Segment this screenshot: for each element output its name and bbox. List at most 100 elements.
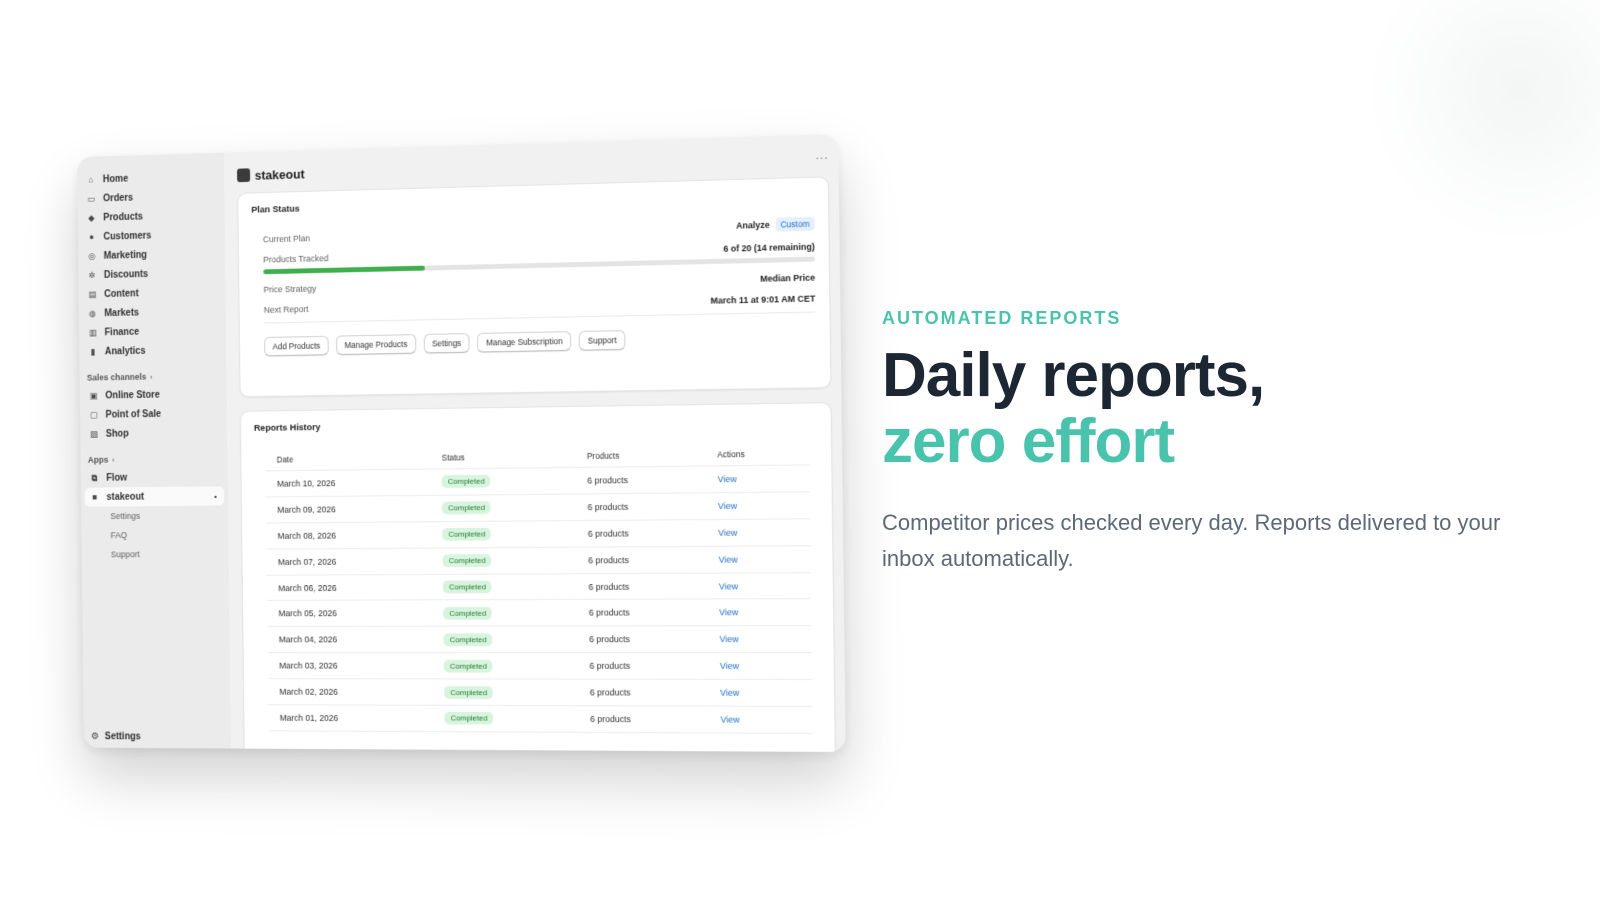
report-actions-cell: View: [706, 518, 811, 547]
view-report-link[interactable]: View: [718, 501, 737, 511]
next-report-value: March 11 at 9:01 AM CET: [710, 293, 816, 306]
status-badge: Completed: [443, 633, 493, 646]
app-title: stakeout: [254, 166, 305, 183]
headline-line-1: Daily reports,: [882, 341, 1265, 410]
sidebar-item-finance[interactable]: ▥ Finance: [83, 320, 223, 342]
sidebar-item-label: Discounts: [103, 268, 149, 281]
report-status-cell: Completed: [430, 467, 576, 496]
report-status-cell: Completed: [433, 705, 579, 733]
subnav-item-support[interactable]: Support: [85, 544, 225, 564]
price-strategy-label: Price Strategy: [263, 283, 317, 295]
report-products: 6 products: [577, 679, 709, 707]
plan-divider: [263, 311, 816, 324]
person-icon: ●: [89, 232, 95, 242]
table-row: March 01, 2026 Completed 6 products View: [268, 704, 813, 734]
subheadline: Competitor prices checked every day. Rep…: [882, 510, 1501, 571]
next-report-row: Next Report March 11 at 9:01 AM CET: [253, 294, 816, 315]
sidebar-item-online-store[interactable]: ▣ Online Store: [83, 384, 223, 405]
report-actions-cell: View: [708, 679, 813, 707]
view-report-link[interactable]: View: [718, 527, 737, 537]
report-status-cell: Completed: [431, 520, 577, 548]
reports-table-body: March 10, 2026 Completed 6 products View Mar…: [265, 464, 813, 734]
next-report-label: Next Report: [263, 304, 309, 315]
sidebar-item-label: Products: [103, 211, 143, 223]
products-tracked-label: Products Tracked: [263, 253, 329, 265]
report-date: March 06, 2026: [266, 574, 433, 601]
view-report-link[interactable]: View: [719, 608, 738, 618]
report-date: March 01, 2026: [268, 704, 434, 732]
status-badge: Completed: [442, 527, 492, 541]
support-button[interactable]: Support: [578, 330, 626, 351]
table-row: March 08, 2026 Completed 6 products View: [266, 518, 811, 549]
subnav-item-settings[interactable]: Settings: [85, 506, 225, 526]
stakeout-icon: ■: [92, 492, 98, 502]
sidebar-item-label: Flow: [106, 472, 128, 484]
discount-icon: ✲: [88, 269, 96, 280]
inbox-icon: ▭: [87, 193, 96, 204]
sidebar-item-shop[interactable]: ▧ Shop: [84, 423, 224, 444]
view-report-link[interactable]: View: [719, 581, 738, 591]
plan-name: Analyze: [736, 219, 770, 231]
status-badge: Completed: [444, 685, 493, 699]
sidebar-item-label: Customers: [103, 230, 152, 242]
sidebar-item-label: Shop: [105, 428, 129, 440]
report-date: March 05, 2026: [267, 600, 433, 627]
bank-icon: ▥: [88, 327, 97, 338]
chevron-right-icon: ›: [111, 455, 115, 464]
status-badge: Completed: [442, 501, 491, 515]
report-actions-cell: View: [706, 572, 812, 600]
status-badge: Completed: [443, 580, 492, 594]
sidebar-item-flow[interactable]: ⧉ Flow: [84, 467, 224, 488]
table-row: March 04, 2026 Completed 6 products View: [267, 625, 812, 653]
sidebar-item-label: Home: [102, 173, 129, 185]
report-actions-cell: View: [706, 491, 811, 520]
report-products: 6 products: [576, 546, 707, 574]
apps-label: Apps: [87, 454, 109, 465]
apps-heading[interactable]: Apps ›: [84, 450, 224, 469]
report-products: 6 products: [577, 652, 709, 680]
sidebar-item-analytics[interactable]: ▮ Analytics: [83, 340, 223, 362]
report-actions-cell: View: [707, 652, 813, 680]
status-badge: Completed: [444, 659, 493, 673]
report-status-cell: Completed: [430, 493, 577, 522]
report-status-cell: Completed: [431, 546, 577, 575]
flow-icon: ⧉: [91, 472, 98, 483]
subnav-item-faq[interactable]: FAQ: [85, 525, 225, 545]
more-options-icon[interactable]: ···: [816, 153, 829, 164]
manage-subscription-button[interactable]: Manage Subscription: [477, 331, 572, 353]
column-header-status: Status: [430, 445, 576, 470]
view-report-link[interactable]: View: [719, 634, 738, 644]
marketing-copy: AUTOMATED REPORTS Daily reports, zero ef…: [882, 308, 1522, 577]
report-date: March 07, 2026: [266, 547, 432, 575]
report-status-cell: Completed: [432, 599, 578, 627]
view-report-link[interactable]: View: [718, 474, 737, 484]
manage-products-button[interactable]: Manage Products: [336, 334, 417, 356]
eyebrow-label: AUTOMATED REPORTS: [882, 308, 1122, 328]
report-actions-cell: View: [706, 545, 811, 573]
sidebar-settings[interactable]: ⚙ Settings: [91, 731, 141, 742]
report-actions-cell: View: [708, 706, 813, 734]
view-report-link[interactable]: View: [720, 688, 739, 698]
tag-icon: ◆: [88, 212, 95, 223]
report-status-cell: Completed: [432, 626, 578, 653]
current-plan-row: Current Plan Analyze Custom: [252, 216, 815, 245]
report-products: 6 products: [576, 519, 707, 547]
sidebar-item-stakeout[interactable]: ■ stakeout •: [84, 486, 225, 507]
pin-dot-icon: •: [214, 491, 217, 501]
price-strategy-row: Price Strategy Median Price: [252, 273, 815, 295]
report-date: March 02, 2026: [268, 678, 434, 706]
view-report-link[interactable]: View: [720, 715, 739, 725]
sidebar-settings-label: Settings: [104, 731, 141, 743]
add-products-button[interactable]: Add Products: [264, 335, 329, 357]
sidebar-item-label: stakeout: [106, 491, 145, 503]
plan-actions: Add Products Manage Products Settings Manag…: [253, 326, 816, 357]
settings-button[interactable]: Settings: [423, 333, 470, 354]
sidebar-item-label: Online Store: [105, 389, 160, 401]
view-report-link[interactable]: View: [720, 661, 739, 671]
bar-chart-icon: ▮: [90, 346, 96, 357]
reports-table: Date Status Products Actions March 10, 2026…: [265, 442, 813, 734]
admin-sidebar: ⌂ Home ▭ Orders ◆ Products ● Customers ◎ Marketin…: [77, 152, 231, 749]
sidebar-item-point-of-sale[interactable]: ▢ Point of Sale: [84, 403, 224, 424]
view-report-link[interactable]: View: [719, 554, 738, 564]
plan-badge: Custom: [775, 216, 815, 232]
